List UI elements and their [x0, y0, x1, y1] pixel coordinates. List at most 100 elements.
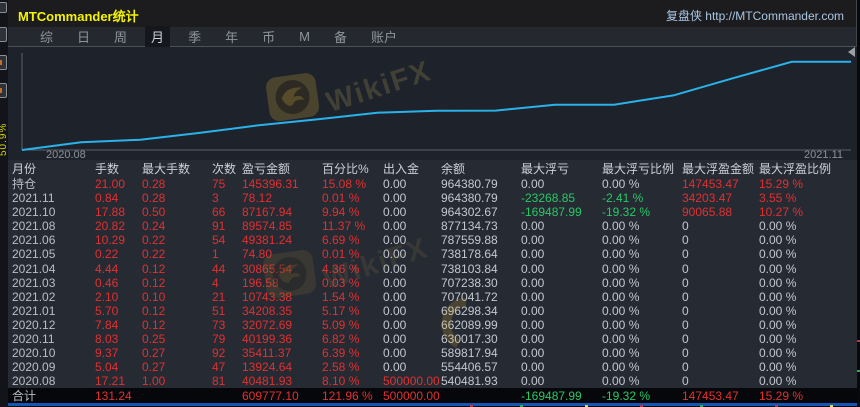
table-cell: 10.29 — [95, 233, 126, 248]
table-cell: 15.08 % — [322, 177, 367, 191]
table-cell: 0.00 — [521, 303, 545, 318]
table-total-row[interactable]: 合计 131.24 609777.10 121.96 % 500000.00 -16948… — [8, 388, 857, 405]
table-cell: 34203.47 — [682, 191, 733, 206]
table-cell: 0.00 — [521, 233, 545, 248]
table-cell: 540481.93 — [441, 374, 498, 389]
column-header[interactable]: 次数 — [212, 160, 242, 178]
table-cell: 81 — [212, 374, 226, 389]
table-cell: 5.09 % — [322, 317, 360, 332]
table-row[interactable]: 2020.11 8.03 0.25 79 40199.36 6.82 % 0.00 63001… — [8, 332, 857, 346]
column-header[interactable]: 盈亏金额 — [242, 160, 322, 178]
table-cell: 0.00 — [383, 360, 407, 375]
table-row[interactable]: 2021.01 5.70 0.12 51 34208.35 5.17 % 0.00 69629… — [8, 304, 857, 318]
table-row[interactable]: 2020.08 17.21 1.00 81 40481.93 8.10 % 500000.0… — [8, 374, 857, 388]
table-cell: 147453.47 — [682, 389, 739, 404]
table-row[interactable]: 2021.06 10.29 0.22 54 49381.24 6.69 % 0.00 7875… — [8, 233, 857, 247]
table-cell: 0.00 — [521, 275, 545, 290]
table-cell: 0.00 % — [602, 247, 640, 262]
table-cell: 持仓 — [12, 177, 37, 191]
table-cell: 696298.34 — [441, 303, 498, 318]
table-row[interactable]: 2021.03 0.46 0.12 4 196.58 0.03 % 0.00 707238.3… — [8, 276, 857, 290]
table-cell: 21.00 — [95, 177, 126, 191]
table-cell: 0.00 % — [759, 219, 797, 234]
table-cell: 0.25 — [142, 332, 166, 347]
menu-item-2[interactable]: 日 — [71, 26, 96, 47]
collapse-panel-arrow-icon[interactable] — [848, 47, 855, 57]
table-row[interactable]: 2021.08 20.82 0.24 91 89574.85 11.37 % 0.00 877… — [8, 219, 857, 233]
menu-item-5[interactable]: 季 — [182, 26, 207, 47]
menu-item-7[interactable]: 币 — [256, 26, 281, 47]
table-cell: 2021.10 — [12, 205, 56, 220]
table-cell: 0.00 — [383, 303, 407, 318]
table-cell: 964380.79 — [441, 191, 498, 206]
table-cell: 8.10 % — [322, 374, 360, 389]
table-cell: 0 — [682, 360, 689, 375]
table-row[interactable]: 2021.02 2.10 0.10 21 10743.38 1.54 % 0.00 70704… — [8, 290, 857, 304]
table-cell: 17.88 — [95, 205, 126, 220]
table-cell: 2021.02 — [12, 289, 56, 304]
table-row[interactable]: 2021.04 4.44 0.12 44 30865.54 4.36 % 0.00 73810… — [8, 262, 857, 276]
table-cell: 49381.24 — [242, 233, 293, 248]
table-row[interactable]: 2021.11 0.84 0.28 3 78.12 0.01 % 0.00 964380.79… — [8, 191, 857, 205]
menu-item-3[interactable]: 周 — [108, 26, 133, 47]
window-bottom-border — [8, 403, 857, 406]
table-cell: 0.00 % — [602, 317, 640, 332]
column-header[interactable]: 出入金 — [383, 160, 441, 178]
menu-item-1[interactable]: 综 — [34, 26, 59, 47]
equity-curve-svg — [21, 53, 851, 151]
table-cell: 0.00 % — [602, 374, 640, 389]
column-header[interactable]: 最大浮盈金额 — [682, 160, 759, 178]
table-cell: 121.96 % — [322, 389, 373, 404]
table-cell: 0.00 — [383, 191, 407, 206]
table-cell: 0.00 — [521, 360, 545, 375]
table-cell: 15.29 % — [759, 177, 804, 191]
table-cell: 0.00 % — [759, 317, 797, 332]
table-cell: 0 — [682, 346, 689, 361]
table-cell: 2021.04 — [12, 261, 56, 276]
column-header[interactable]: 月份 — [12, 160, 95, 178]
table-cell: 0 — [682, 247, 689, 262]
menu-item-8[interactable]: M — [293, 28, 316, 45]
table-cell: 0.28 — [142, 191, 166, 206]
menu-item-6[interactable]: 年 — [219, 26, 244, 47]
table-cell: 0.00 — [521, 317, 545, 332]
table-cell: 74.80 — [242, 247, 273, 262]
table-cell: 738103.84 — [441, 261, 498, 276]
table-row[interactable]: 2021.10 17.88 0.50 66 87167.94 9.94 % 0.00 9643… — [8, 205, 857, 219]
background-window-strip: 50.9% — [0, 0, 9, 407]
table-cell: 44 — [212, 261, 226, 276]
table-cell: 0.00 — [521, 374, 545, 389]
column-header[interactable]: 最大浮亏比例 — [602, 160, 682, 178]
table-cell: 40481.93 — [242, 374, 293, 389]
menu-item-9[interactable]: 备 — [328, 26, 353, 47]
table-cell: 0.00 % — [759, 275, 797, 290]
menu-bar: 综日周月季年币 M 备账户 — [8, 26, 856, 47]
table-row[interactable]: 2021.05 0.22 0.22 1 74.80 0.01 % 0.00 738178.64… — [8, 247, 857, 261]
column-header[interactable]: 手数 — [95, 160, 142, 178]
menu-item-4[interactable]: 月 — [145, 26, 171, 47]
table-row[interactable]: 2020.09 5.04 0.27 47 13924.64 2.58 % 0.00 55440… — [8, 360, 857, 374]
table-cell — [142, 388, 212, 404]
brand-link[interactable]: 复盘侠 http://MTCommander.com — [666, 7, 844, 24]
column-header[interactable]: 百分比% — [322, 160, 383, 178]
table-row[interactable]: 2020.10 9.37 0.27 92 35411.37 6.39 % 0.00 58981… — [8, 346, 857, 360]
table-cell: 0.00 % — [602, 289, 640, 304]
table-cell: 9.37 — [95, 346, 119, 361]
column-header[interactable]: 最大浮盈比例 — [759, 160, 857, 178]
table-row[interactable]: 持仓 21.00 0.28 75 145396.31 15.08 % 0.00 964380.… — [8, 177, 857, 191]
table-cell: 554406.57 — [441, 360, 498, 375]
table-row[interactable]: 2020.12 7.84 0.12 73 32072.69 5.09 % 0.00 66208… — [8, 318, 857, 332]
toolbar-fragment-icon — [0, 2, 7, 13]
table-cell: 145396.31 — [242, 177, 299, 191]
table-cell: 0.00 — [383, 247, 407, 262]
menu-item-10[interactable]: 账户 — [365, 26, 403, 47]
table-cell: 0 — [682, 233, 689, 248]
table-cell: 4 — [212, 275, 219, 290]
table-cell: 17.21 — [95, 374, 126, 389]
table-cell: 1.00 — [142, 374, 166, 389]
column-header[interactable]: 最大手数 — [142, 160, 212, 178]
table-cell: 0.00 % — [759, 247, 797, 262]
column-header[interactable]: 最大浮亏 — [521, 160, 602, 178]
stats-window: MTCommander统计 复盘侠 http://MTCommander.com… — [8, 0, 857, 406]
column-header[interactable]: 余额 — [441, 160, 521, 178]
